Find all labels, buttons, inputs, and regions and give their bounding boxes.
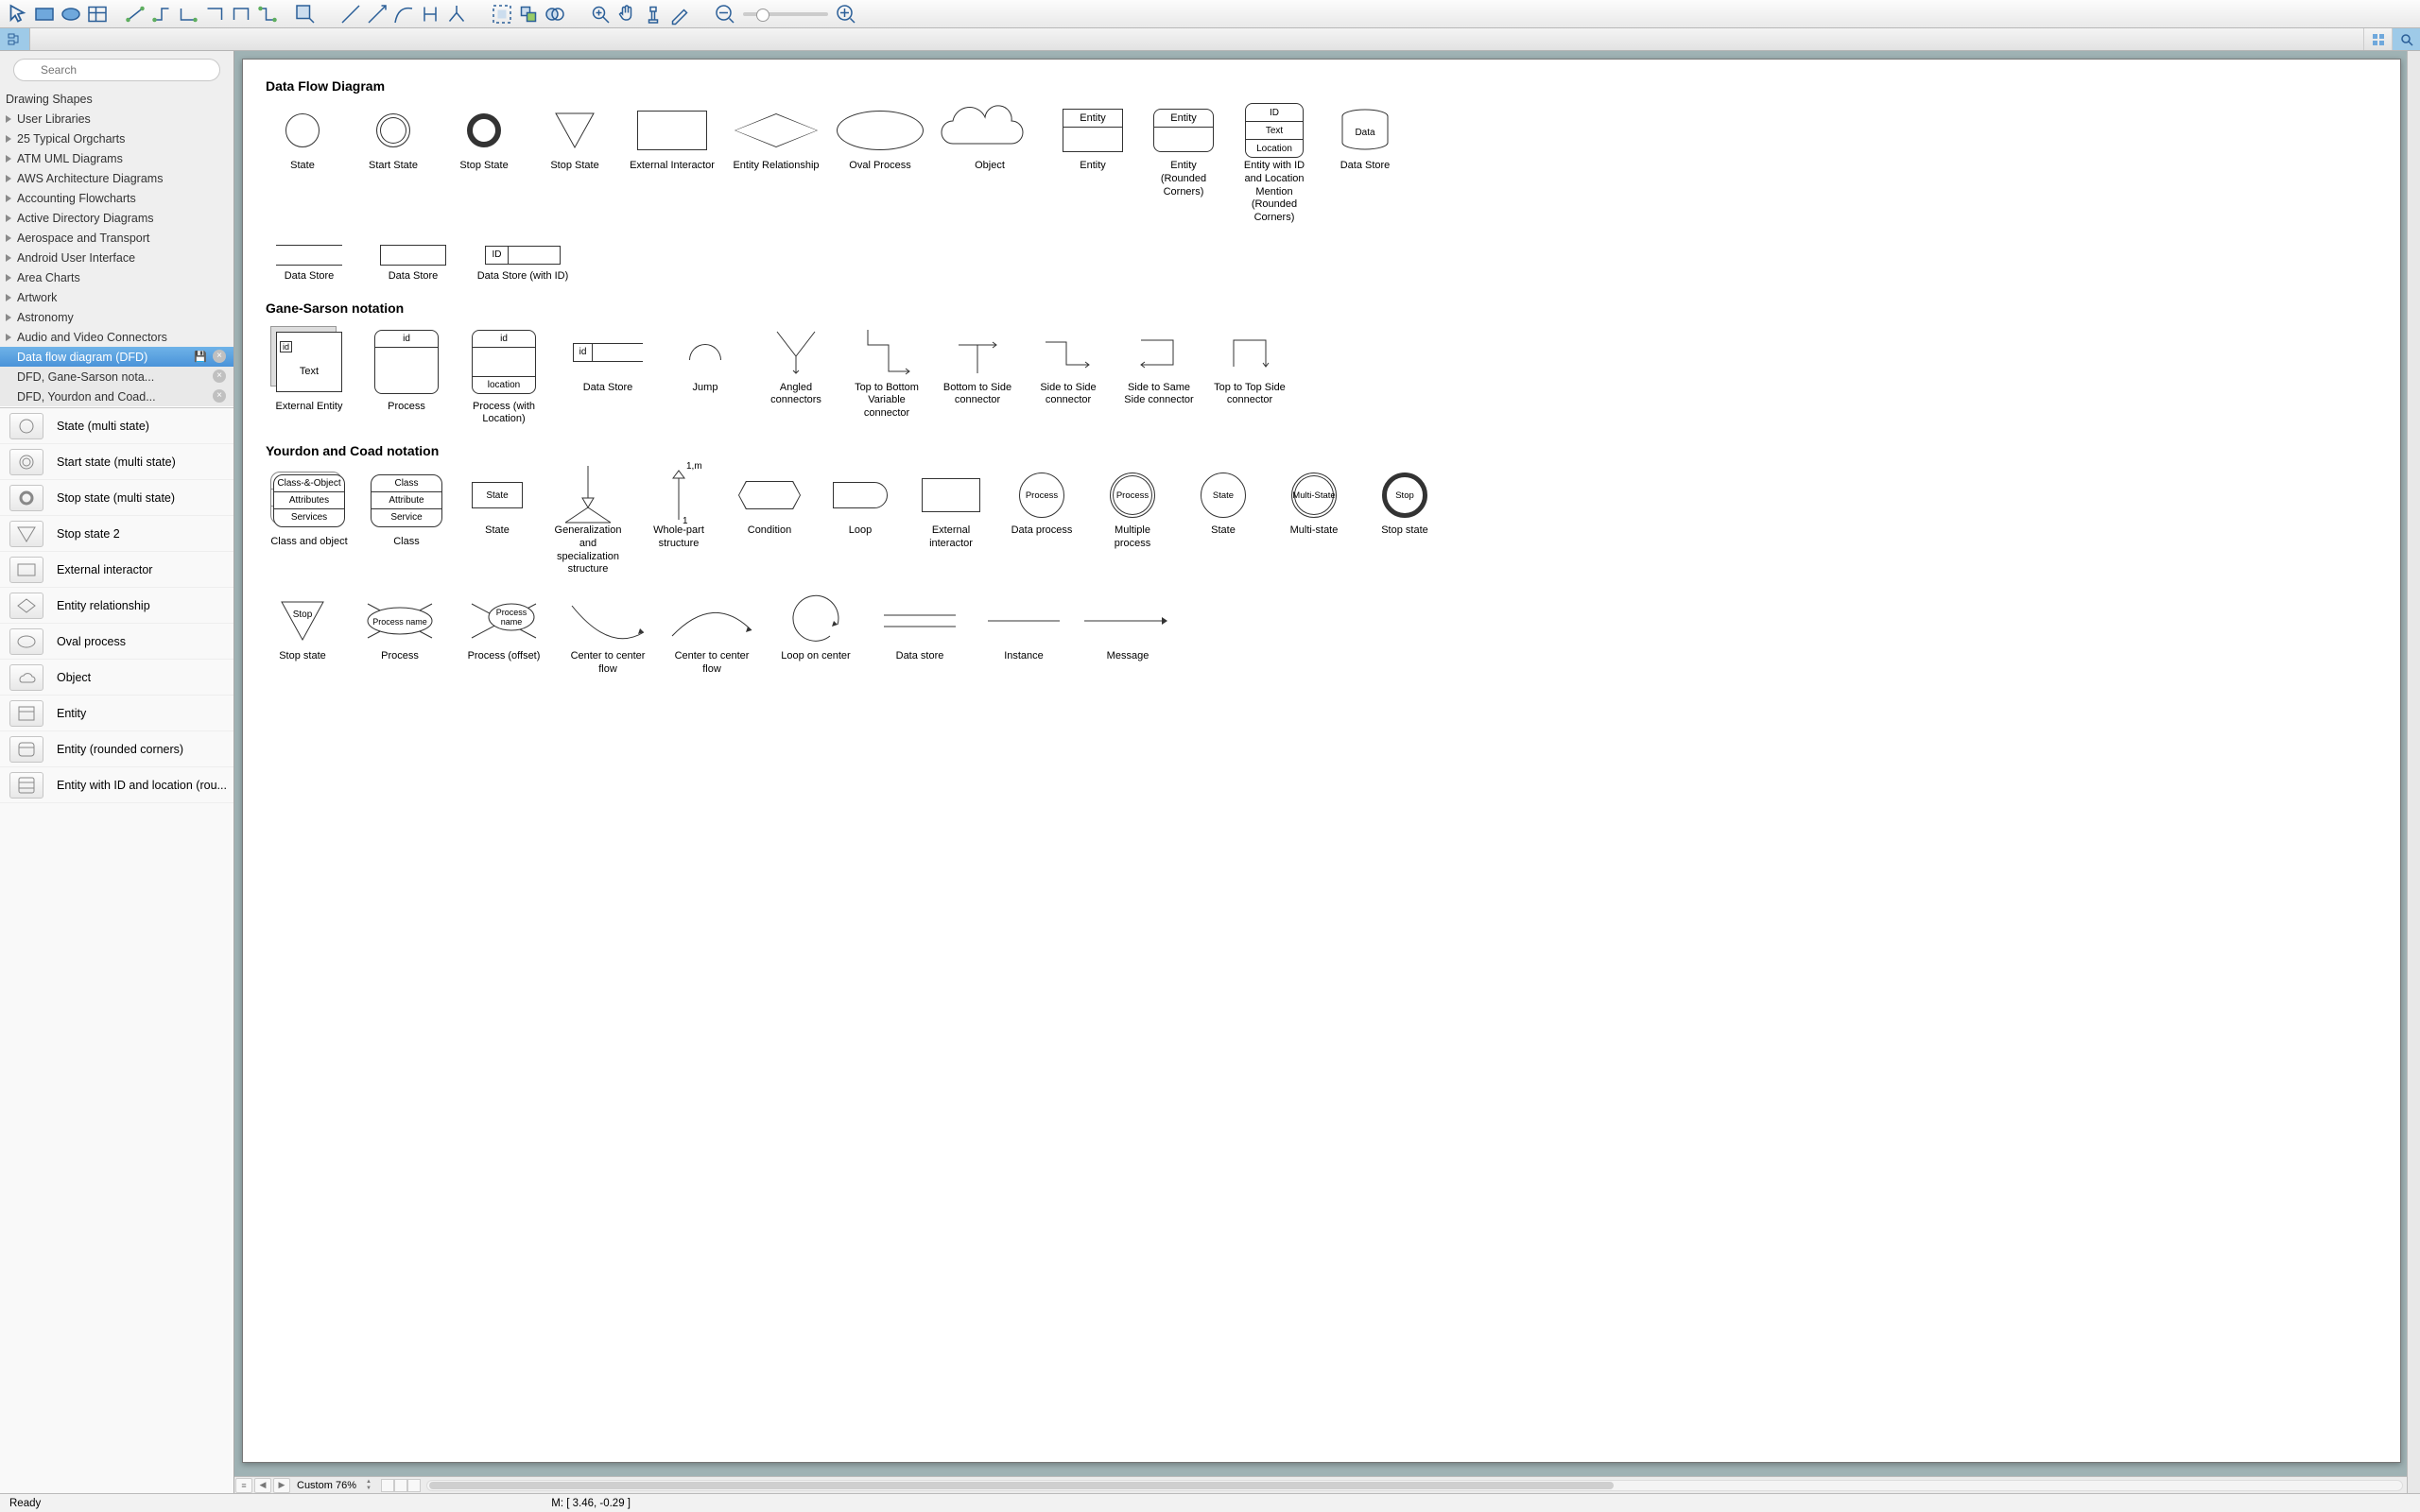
palette-item[interactable]: Entity (rounded corners) [0, 731, 233, 767]
search-view-icon[interactable] [2392, 28, 2420, 50]
lib-subitem[interactable]: DFD, Yourdon and Coad... × [0, 387, 233, 406]
close-icon[interactable]: × [213, 350, 226, 363]
canvas[interactable]: Data Flow Diagram State Start State Stop… [234, 51, 2420, 1493]
lib-item[interactable]: Artwork [0, 287, 233, 307]
zoom-slider[interactable] [743, 12, 828, 16]
connector6-icon[interactable] [255, 4, 280, 25]
page-menu-icon[interactable]: ≡ [235, 1478, 252, 1493]
section-title: Data Flow Diagram [266, 78, 2377, 94]
page-next-icon[interactable]: ▶ [273, 1478, 290, 1493]
palette-item[interactable]: Entity relationship [0, 588, 233, 624]
line2-icon[interactable] [365, 4, 389, 25]
page-prev-icon[interactable]: ◀ [254, 1478, 271, 1493]
lib-item[interactable]: Active Directory Diagrams [0, 208, 233, 228]
lib-item[interactable]: Accounting Flowcharts [0, 188, 233, 208]
group3-icon[interactable] [543, 4, 567, 25]
horizontal-scrollbar[interactable] [426, 1480, 2403, 1491]
zoom-in-tool-icon[interactable] [588, 4, 613, 25]
svg-text:Process: Process [496, 608, 527, 617]
pen-tool-icon[interactable] [667, 4, 692, 25]
palette-item[interactable]: Stop state 2 [0, 516, 233, 552]
lib-item[interactable]: Area Charts [0, 267, 233, 287]
status-coords: M: [ 3.46, -0.29 ] [551, 1498, 631, 1509]
svg-text:1,m: 1,m [686, 461, 702, 472]
lib-item[interactable]: ATM UML Diagrams [0, 148, 233, 168]
rect-tool-icon[interactable] [32, 4, 57, 25]
close-icon[interactable]: × [213, 369, 226, 383]
lib-item[interactable]: Astronomy [0, 307, 233, 327]
ellipse-tool-icon[interactable] [59, 4, 83, 25]
lib-item[interactable]: Audio and Video Connectors [0, 327, 233, 347]
pointer-tool-icon[interactable] [6, 4, 30, 25]
lib-item[interactable]: Aerospace and Transport [0, 228, 233, 248]
svg-text:name: name [501, 617, 523, 627]
connector5-icon[interactable] [229, 4, 253, 25]
svg-text:Stop: Stop [293, 610, 313, 620]
connector1-icon[interactable] [123, 4, 147, 25]
zoom-out-icon[interactable] [713, 4, 737, 25]
lib-item-selected[interactable]: Data flow diagram (DFD) 💾 × [0, 347, 233, 367]
lib-subitem[interactable]: DFD, Gane-Sarson nota... × [0, 367, 233, 387]
group1-icon[interactable] [490, 4, 514, 25]
palette-item[interactable]: State (multi state) [0, 408, 233, 444]
lib-item[interactable]: User Libraries [0, 109, 233, 129]
sidebar: Drawing Shapes User Libraries 25 Typical… [0, 51, 234, 1493]
lib-item[interactable]: Drawing Shapes [0, 89, 233, 109]
library-tree: Drawing Shapes User Libraries 25 Typical… [0, 89, 233, 406]
palette-item[interactable]: External interactor [0, 552, 233, 588]
page: Data Flow Diagram State Start State Stop… [242, 59, 2401, 1463]
stamp-tool-icon[interactable] [641, 4, 666, 25]
palette-item[interactable]: Oval process [0, 624, 233, 660]
section-title: Yourdon and Coad notation [266, 443, 2377, 458]
table-tool-icon[interactable] [85, 4, 110, 25]
library-tree-toggle-icon[interactable] [0, 28, 30, 50]
svg-text:Process name: Process name [372, 617, 427, 627]
palette-item[interactable]: Entity [0, 696, 233, 731]
status-bar: Ready M: [ 3.46, -0.29 ] [0, 1493, 2420, 1512]
split-icon[interactable] [444, 4, 469, 25]
hand-tool-icon[interactable] [614, 4, 639, 25]
library-view-bar [0, 28, 2420, 51]
connector4-icon[interactable] [202, 4, 227, 25]
connector3-icon[interactable] [176, 4, 200, 25]
palette-item[interactable]: Object [0, 660, 233, 696]
zoom-stepper[interactable]: ▲▼ [362, 1479, 375, 1492]
curve-icon[interactable] [391, 4, 416, 25]
save-icon[interactable]: 💾 [194, 351, 207, 363]
shape-palette: State (multi state) Start state (multi s… [0, 408, 233, 1493]
bottom-bar: ≡ ◀ ▶ Custom 76% ▲▼ [234, 1476, 2407, 1493]
search-input[interactable] [13, 59, 220, 81]
section-title: Gane-Sarson notation [266, 301, 2377, 316]
status-ready: Ready [9, 1498, 41, 1509]
vertical-scrollbar[interactable] [2407, 51, 2420, 1493]
view-mode-buttons[interactable] [381, 1479, 421, 1492]
palette-item[interactable]: Start state (multi state) [0, 444, 233, 480]
bidir-icon[interactable] [418, 4, 442, 25]
group2-icon[interactable] [516, 4, 541, 25]
palette-item[interactable]: Entity with ID and location (rou... [0, 767, 233, 803]
close-icon[interactable]: × [213, 389, 226, 403]
zoom-level[interactable]: Custom 76% [297, 1480, 356, 1491]
line1-icon[interactable] [338, 4, 363, 25]
lib-item[interactable]: Android User Interface [0, 248, 233, 267]
connector2-icon[interactable] [149, 4, 174, 25]
grid-view-icon[interactable] [2363, 28, 2392, 50]
lib-item[interactable]: 25 Typical Orgcharts [0, 129, 233, 148]
palette-item[interactable]: Stop state (multi state) [0, 480, 233, 516]
shape-insert-icon[interactable] [293, 4, 318, 25]
main-toolbar [0, 0, 2420, 28]
svg-text:Data: Data [1355, 128, 1375, 138]
lib-item[interactable]: AWS Architecture Diagrams [0, 168, 233, 188]
zoom-in-icon[interactable] [834, 4, 858, 25]
